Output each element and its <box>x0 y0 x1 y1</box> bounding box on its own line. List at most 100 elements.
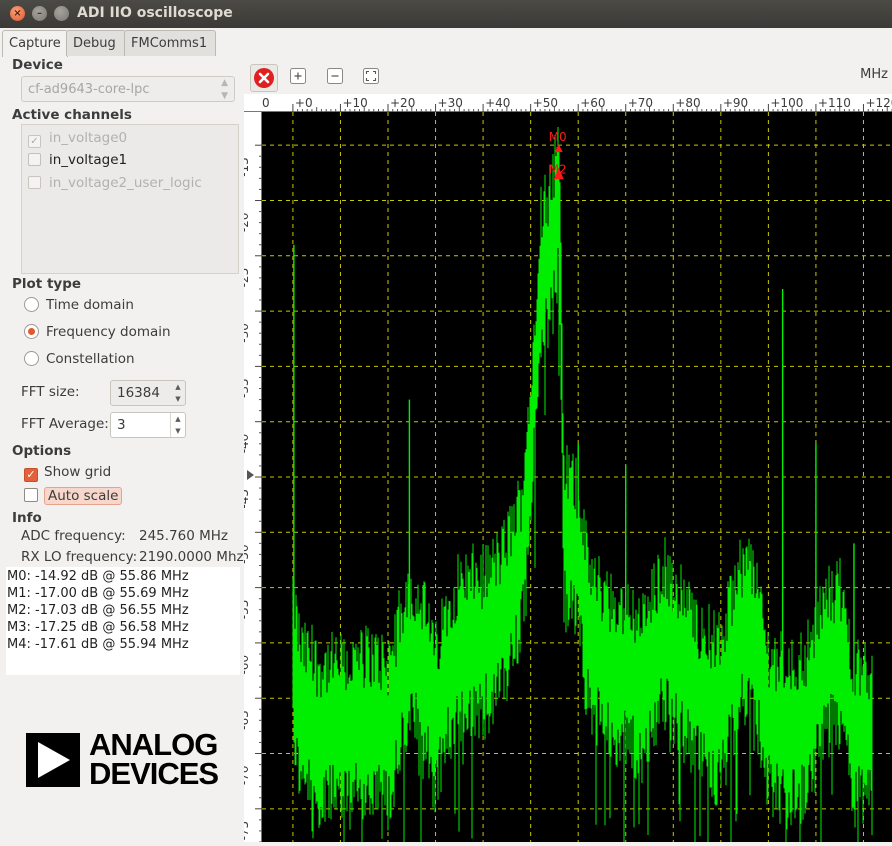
channel-list: ✓ in_voltage0 in_voltage1 in_voltage2_use… <box>21 124 239 274</box>
checkbox-icon <box>24 488 38 502</box>
y-tick-label: -65 <box>244 710 251 730</box>
y-tick-label: -35 <box>244 378 251 398</box>
title-bar: × – ADI IIO oscilloscope <box>0 0 892 28</box>
x-tick-label: +60 <box>580 96 605 110</box>
spinner-arrows-icon[interactable]: ▲ ▼ <box>170 413 185 437</box>
x-tick-label: +50 <box>533 96 558 110</box>
x-tick-label: +0 <box>295 96 313 110</box>
x-tick-label: +30 <box>438 96 463 110</box>
y-tick-label: -60 <box>244 655 251 675</box>
channel-item-in-voltage2-user-logic: in_voltage2_user_logic <box>28 173 202 193</box>
stop-button[interactable] <box>250 64 278 92</box>
frequency-unit-label: MHz <box>860 67 888 82</box>
auto-scale-checkbox[interactable]: Auto scale <box>24 486 123 506</box>
zoom-in-button[interactable] <box>288 66 310 88</box>
channel-item-in-voltage1[interactable]: in_voltage1 <box>28 150 127 170</box>
radio-label: Frequency domain <box>46 324 171 340</box>
plot-type-heading: Plot type <box>12 276 82 292</box>
stop-icon <box>254 68 274 88</box>
x-tick-label: +110 <box>818 96 851 110</box>
y-tick-label: -20 <box>244 212 251 232</box>
select-arrows-icon: ▲ ▼ <box>221 78 228 101</box>
plot-toolbar: MHz <box>244 58 892 94</box>
fft-average-value: 3 <box>117 417 126 433</box>
checkbox-label: Show grid <box>44 464 112 480</box>
marker-line: M0: -14.92 dB @ 55.86 MHz <box>7 569 189 584</box>
info-heading: Info <box>12 510 42 526</box>
rx-lo-frequency-value: 2190.0000 Mhz <box>139 549 244 565</box>
marker-line: M4: -17.61 dB @ 55.94 MHz <box>7 637 189 652</box>
rx-lo-frequency-label: RX LO frequency: <box>21 549 138 565</box>
x-tick-label: +40 <box>485 96 510 110</box>
device-select-value: cf-ad9643-core-lpc <box>28 82 150 97</box>
y-tick-label: -30 <box>244 323 251 343</box>
y-tick-label: -70 <box>244 766 251 786</box>
active-channels-heading: Active channels <box>12 107 132 123</box>
marker-line: M2: -17.03 dB @ 56.55 MHz <box>7 603 189 618</box>
channel-label: in_voltage2_user_logic <box>49 175 202 191</box>
device-heading: Device <box>12 57 63 73</box>
radio-label: Constellation <box>46 351 135 367</box>
window-title: ADI IIO oscilloscope <box>77 5 233 21</box>
spectrum-chart[interactable]: 0 +0 +10 +20 +30 +40 +50 +60 +70 +80 +90 +100 +110 +1… <box>237 94 892 846</box>
device-select: cf-ad9643-core-lpc ▲ ▼ <box>21 76 235 102</box>
radio-constellation[interactable]: Constellation <box>24 349 135 369</box>
zoom-out-icon <box>327 68 343 84</box>
x-tick-label: 0 <box>262 96 270 110</box>
tab-fmcomms1[interactable]: FMComms1 <box>124 30 216 56</box>
x-tick-label: +80 <box>675 96 700 110</box>
logo-text: ANALOG DEVICES <box>89 727 219 791</box>
marker-line: M3: -17.25 dB @ 56.58 MHz <box>7 620 189 635</box>
marker-m0-label: M0 <box>549 130 567 144</box>
fft-average-label: FFT Average: <box>21 416 109 432</box>
radio-off-icon <box>24 351 39 366</box>
minimize-window-button[interactable]: – <box>32 6 47 21</box>
tab-capture[interactable]: Capture <box>2 30 68 57</box>
x-tick-label: +70 <box>628 96 653 110</box>
y-tick-label: -55 <box>244 600 251 620</box>
zoom-fit-icon <box>363 68 379 84</box>
checkbox-checked-icon: ✓ <box>28 135 41 148</box>
options-heading: Options <box>12 443 72 459</box>
y-tick-label: -45 <box>244 489 251 509</box>
x-tick-label: +20 <box>390 96 415 110</box>
fft-size-label: FFT size: <box>21 384 80 400</box>
checkbox-checked-icon: ✓ <box>24 468 38 482</box>
marker-readout: M0: -14.92 dB @ 55.86 MHz M1: -17.00 dB … <box>6 567 240 675</box>
x-tick-label: +100 <box>770 96 803 110</box>
radio-frequency-domain[interactable]: Frequency domain <box>24 322 171 342</box>
zoom-out-button[interactable] <box>325 66 347 88</box>
fft-size-value: 16384 <box>117 385 160 401</box>
channel-label: in_voltage1 <box>49 152 128 168</box>
spectrum-plot[interactable]: 0 +0 +10 +20 +30 +40 +50 +60 +70 +80 +90 +100 +110 +1… <box>237 94 892 846</box>
radio-off-icon <box>24 297 39 312</box>
checkbox-icon[interactable] <box>28 153 41 166</box>
x-tick-label: +90 <box>723 96 748 110</box>
y-tick-label: -25 <box>244 268 251 288</box>
zoom-fit-button[interactable] <box>361 66 383 88</box>
channel-item-in-voltage0: ✓ in_voltage0 <box>28 128 127 148</box>
checkbox-icon <box>28 176 41 189</box>
radio-on-icon <box>24 324 39 339</box>
adc-frequency-value: 245.760 MHz <box>139 528 229 544</box>
channel-label: in_voltage0 <box>49 130 128 146</box>
checkbox-label: Auto scale <box>44 487 123 505</box>
maximize-window-button[interactable] <box>54 6 69 21</box>
fft-size-select[interactable]: 16384 ▲ ▼ <box>110 380 186 406</box>
tab-debug[interactable]: Debug <box>66 30 126 56</box>
y-tick-label: -75 <box>244 821 251 841</box>
y-tick-label: -50 <box>244 544 251 564</box>
y-tick-label: -15 <box>244 157 251 177</box>
x-tick-label: +120 <box>865 96 892 110</box>
radio-label: Time domain <box>46 297 134 313</box>
marker-line: M1: -17.00 dB @ 55.69 MHz <box>7 586 189 601</box>
select-arrows-icon: ▲ ▼ <box>175 383 181 403</box>
show-grid-checkbox[interactable]: ✓ Show grid <box>24 462 111 482</box>
fft-average-spinner[interactable]: 3 ▲ ▼ <box>110 412 186 438</box>
adc-frequency-label: ADC frequency: <box>21 528 126 544</box>
y-tick-label: -40 <box>244 434 251 454</box>
logo-triangle-icon <box>26 733 80 787</box>
close-window-button[interactable]: × <box>10 6 25 21</box>
radio-time-domain[interactable]: Time domain <box>24 295 134 315</box>
zoom-in-icon <box>290 68 306 84</box>
